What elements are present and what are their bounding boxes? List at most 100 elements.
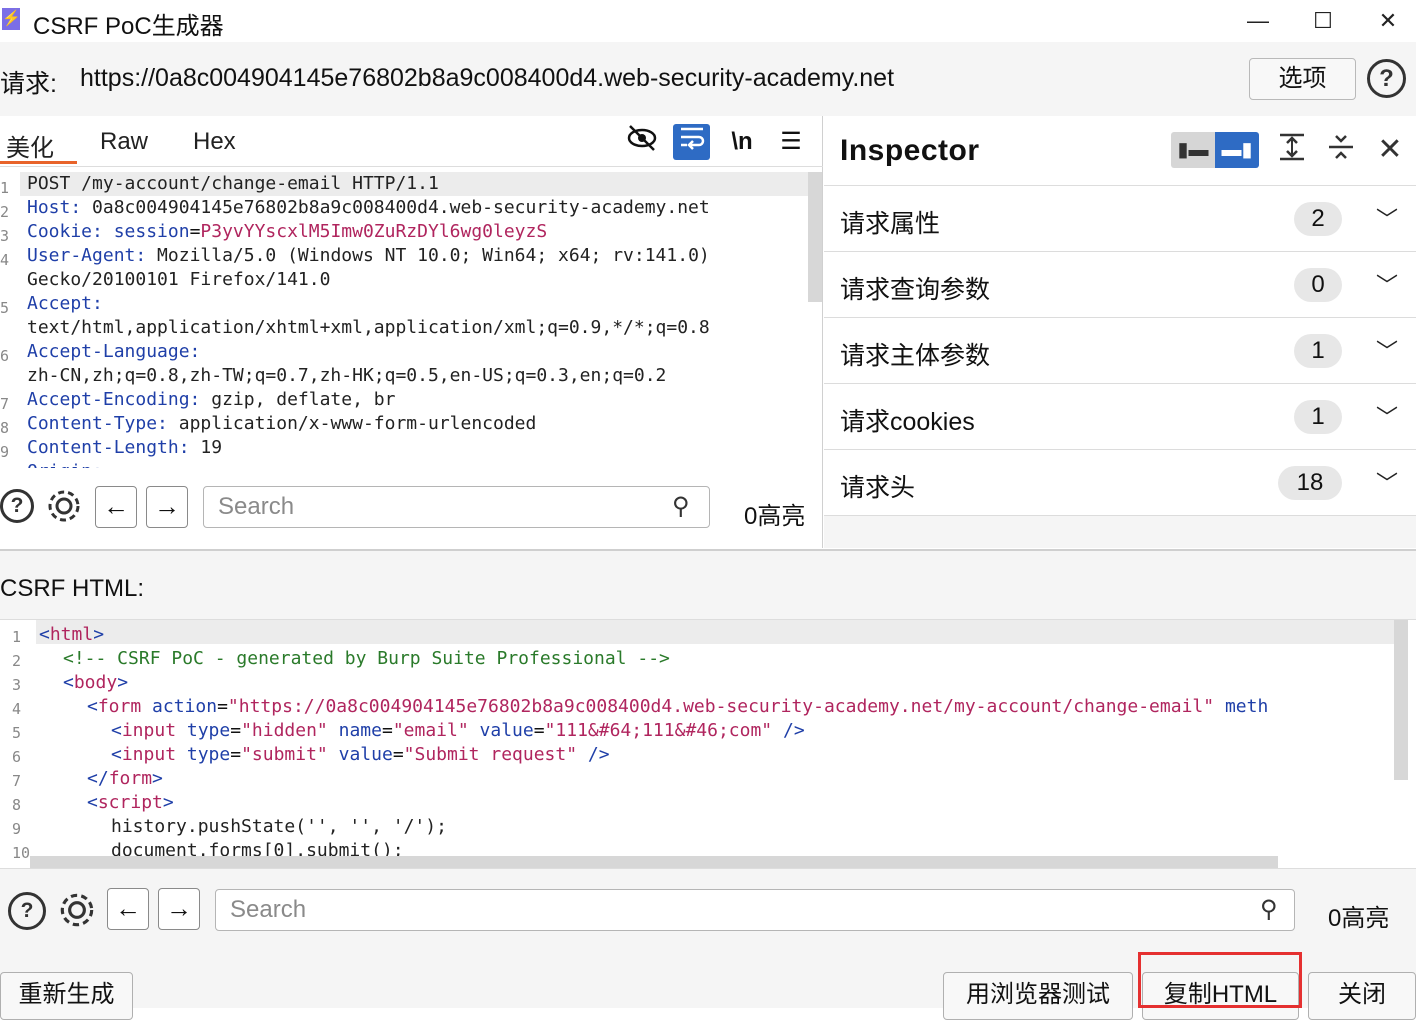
search-icon: ⚲ xyxy=(1260,896,1278,923)
code-line: <form action="https://0a8c004904145e7680… xyxy=(87,696,1269,717)
code-line: Cookie: session=P3yvYYscxlM5Imw0ZuRzDYl6… xyxy=(27,221,548,242)
csrf-html-code[interactable]: 1 2 3 4 5 6 7 8 9 10 <html> <!-- CSRF Po… xyxy=(0,619,1416,869)
inspector-row-label: 请求头 xyxy=(840,474,916,502)
code-line: <script> xyxy=(87,792,174,813)
inspector-row-query-params[interactable]: 请求查询参数 0 ﹀ xyxy=(824,252,1416,318)
form-method-attr: meth xyxy=(1224,696,1269,717)
show-newlines-button[interactable]: \n xyxy=(724,124,760,160)
expand-all-icon[interactable] xyxy=(1274,132,1310,168)
code-line: <html> xyxy=(39,624,105,645)
window-title: CSRF PoC生成器 xyxy=(33,13,224,40)
minimize-button[interactable]: — xyxy=(1238,4,1278,38)
count-badge: 0 xyxy=(1294,268,1342,302)
inspector-row-body-params[interactable]: 请求主体参数 1 ﹀ xyxy=(824,318,1416,384)
request-editor-panel: 美化 Raw Hex \n ☰ 1 POST /my-account/change… xyxy=(0,116,823,548)
help-icon[interactable]: ? xyxy=(8,892,46,930)
layout-left-icon[interactable]: ▮▬ xyxy=(1171,132,1215,168)
line-number: 5 xyxy=(0,299,10,317)
close-inspector-icon[interactable]: ✕ xyxy=(1372,132,1408,168)
attr-value: "submit" xyxy=(241,744,328,765)
close-button[interactable]: 关闭 xyxy=(1308,972,1416,1020)
code-line: Content-Type: application/x-www-form-url… xyxy=(27,413,537,434)
request-label: 请求: xyxy=(0,70,57,98)
next-match-button[interactable]: → xyxy=(158,888,200,930)
count-badge: 2 xyxy=(1294,202,1342,236)
chevron-down-icon[interactable]: ﹀ xyxy=(1376,268,1398,300)
inspector-row-label: 请求主体参数 xyxy=(840,342,991,370)
count-badge: 1 xyxy=(1294,400,1342,434)
request-url: https://0a8c004904145e76802b8a9c008400d4… xyxy=(80,64,895,92)
attr-value: "Submit request" xyxy=(403,744,578,765)
tab-pretty[interactable]: 美化 xyxy=(6,128,54,163)
maximize-button[interactable]: ☐ xyxy=(1303,4,1343,38)
code-line: text/html,application/xhtml+xml,applicat… xyxy=(27,317,710,338)
line-number: 2 xyxy=(12,652,22,670)
burp-bolt-icon: ⚡ xyxy=(2,8,21,30)
code-line: Origin: xyxy=(27,460,103,468)
csrf-html-label: CSRF HTML: xyxy=(0,575,144,602)
line-number: 7 xyxy=(12,772,22,790)
code-line: Accept-Encoding: gzip, deflate, br xyxy=(27,389,396,410)
chevron-down-icon[interactable]: ﹀ xyxy=(1376,334,1398,366)
code-line: POST /my-account/change-email HTTP/1.1 xyxy=(27,173,439,194)
previous-match-button[interactable]: ← xyxy=(107,888,149,930)
search-input[interactable] xyxy=(218,493,658,521)
inspector-row-cookies[interactable]: 请求cookies 1 ﹀ xyxy=(824,384,1416,450)
help-icon[interactable]: ? xyxy=(0,489,34,523)
regenerate-button[interactable]: 重新生成 xyxy=(0,972,133,1020)
code-line: Gecko/20100101 Firefox/141.0 xyxy=(27,269,331,290)
next-match-button[interactable]: → xyxy=(146,486,188,528)
layout-right-icon[interactable]: ▬▮ xyxy=(1215,132,1259,168)
vertical-scrollbar[interactable] xyxy=(1394,620,1408,780)
previous-match-button[interactable]: ← xyxy=(95,486,137,528)
form-action-value: "https://0a8c004904145e76802b8a9c008400d… xyxy=(227,696,1215,717)
tab-hex[interactable]: Hex xyxy=(193,128,236,156)
search-box[interactable]: ⚲ xyxy=(203,486,710,528)
inspector-row-attributes[interactable]: 请求属性 2 ﹀ xyxy=(824,186,1416,252)
settings-gear-icon[interactable] xyxy=(44,486,84,526)
line-number: 5 xyxy=(12,724,22,742)
attr-value: "email" xyxy=(392,720,469,741)
inspector-row-label: 请求属性 xyxy=(840,210,941,238)
inspector-title: Inspector xyxy=(840,134,980,167)
line-number: 3 xyxy=(0,227,10,245)
help-icon[interactable]: ? xyxy=(1367,59,1406,98)
code-line: Host: 0a8c004904145e76802b8a9c008400d4.w… xyxy=(27,197,710,218)
line-number: 8 xyxy=(12,796,22,814)
code-line: </form> xyxy=(87,768,163,789)
options-button[interactable]: 选项 xyxy=(1249,58,1356,100)
line-number: 8 xyxy=(0,419,10,437)
search-icon: ⚲ xyxy=(672,493,690,520)
chevron-down-icon[interactable]: ﹀ xyxy=(1376,466,1398,498)
code-line: history.pushState('', '', '/'); xyxy=(111,816,447,837)
close-window-button[interactable]: ✕ xyxy=(1368,4,1408,38)
menu-icon[interactable]: ☰ xyxy=(773,124,809,160)
settings-gear-icon[interactable] xyxy=(56,889,98,931)
count-badge: 18 xyxy=(1278,466,1342,500)
inspector-row-headers[interactable]: 请求头 18 ﹀ xyxy=(824,450,1416,516)
hide-eye-icon[interactable] xyxy=(624,124,660,160)
search-input[interactable] xyxy=(230,896,1230,924)
line-number: 2 xyxy=(0,203,10,221)
vertical-scrollbar[interactable] xyxy=(808,172,822,302)
wrap-lines-icon[interactable] xyxy=(673,124,710,160)
request-code[interactable]: 1 POST /my-account/change-email HTTP/1.1 2… xyxy=(0,172,810,468)
line-number: 1 xyxy=(12,628,22,646)
line-number: 6 xyxy=(0,347,10,365)
inspector-row-label: 请求查询参数 xyxy=(840,276,991,304)
test-in-browser-button[interactable]: 用浏览器测试 xyxy=(943,972,1133,1020)
active-tab-indicator xyxy=(0,161,77,164)
line-number: 10 xyxy=(12,844,31,862)
code-line: User-Agent: Mozilla/5.0 (Windows NT 10.0… xyxy=(27,245,710,266)
inspector-row-label: 请求cookies xyxy=(840,408,975,436)
search-box[interactable]: ⚲ xyxy=(215,889,1295,931)
tab-raw[interactable]: Raw xyxy=(100,128,148,156)
chevron-down-icon[interactable]: ﹀ xyxy=(1376,202,1398,234)
collapse-all-icon[interactable] xyxy=(1323,132,1359,168)
chevron-down-icon[interactable]: ﹀ xyxy=(1376,400,1398,432)
code-line: zh-CN,zh;q=0.8,zh-TW;q=0.7,zh-HK;q=0.5,e… xyxy=(27,365,667,386)
horizontal-scrollbar[interactable] xyxy=(30,856,1278,868)
highlight-count: 0高亮 xyxy=(1328,905,1390,932)
code-line: Accept-Language: xyxy=(27,341,201,362)
current-line-highlight xyxy=(36,620,1394,644)
